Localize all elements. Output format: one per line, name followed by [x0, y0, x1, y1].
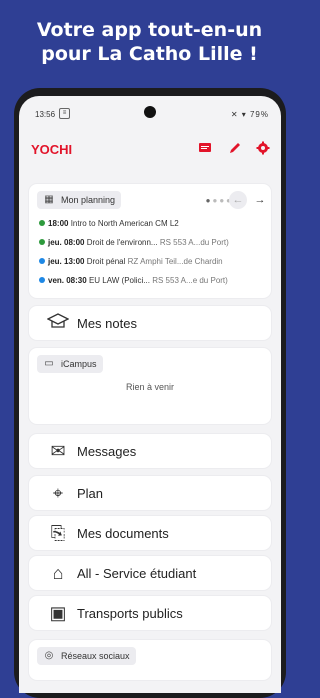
- event-dot: [39, 277, 45, 283]
- previous-arrow-icon[interactable]: ←: [229, 191, 247, 209]
- phone-screen: 13:56 ≡ ✕ ▾ 79% YOCHI ▦ Mon planning ●●●…: [19, 96, 281, 693]
- event-room: RZ Amphi Teil...de Chardin: [127, 257, 223, 266]
- social-network-icon: ◎: [44, 650, 54, 661]
- notification-icon: ≡: [59, 108, 70, 119]
- map-label: Plan: [77, 486, 104, 501]
- settings-gear-icon[interactable]: [255, 141, 271, 157]
- status-bar: 13:56 ≡ ✕ ▾ 79%: [19, 96, 281, 130]
- event-room: RS 553 A...e du Port): [152, 276, 228, 285]
- promo-line-1: Votre app tout-en-un: [36, 19, 263, 41]
- grades-row[interactable]: Mes notes: [29, 306, 271, 340]
- camera-cutout: [144, 106, 156, 118]
- event-row[interactable]: 18:00 Intro to North American CM L2: [39, 219, 265, 228]
- icampus-card[interactable]: ▭ iCampus Rien à venir: [29, 348, 271, 424]
- grades-label: Mes notes: [77, 316, 137, 331]
- social-card[interactable]: ◎ Réseaux sociaux: [29, 640, 271, 680]
- icampus-chip[interactable]: ▭ iCampus: [37, 355, 103, 373]
- documents-row[interactable]: ⎘ Mes documents: [29, 516, 271, 550]
- event-time: jeu. 08:00: [48, 238, 85, 247]
- documents-label: Mes documents: [77, 526, 169, 541]
- map-icon: ⌖: [52, 483, 64, 503]
- public-transport-row[interactable]: ▣ Transports publics: [29, 596, 271, 630]
- bus-icon: ▣: [49, 603, 67, 623]
- social-chip[interactable]: ◎ Réseaux sociaux: [37, 647, 136, 665]
- edit-icon[interactable]: [227, 141, 243, 157]
- icampus-title: iCampus: [61, 359, 97, 369]
- student-service-label: All - Service étudiant: [77, 566, 197, 581]
- event-name: EU LAW (Polici...: [88, 276, 150, 285]
- briefcase-icon: ▭: [44, 358, 54, 369]
- map-row[interactable]: ⌖ Plan: [29, 476, 271, 510]
- status-time: 13:56: [35, 110, 56, 119]
- planning-card[interactable]: ▦ Mon planning ●●●● ← → 18:00 Intro to N…: [29, 184, 271, 298]
- student-service-icon: ⌂: [52, 563, 64, 583]
- student-service-row[interactable]: ⌂ All - Service étudiant: [29, 556, 271, 590]
- event-time: ven. 08:30: [48, 276, 87, 285]
- icampus-empty-text: Rien à venir: [125, 382, 175, 392]
- planning-chip[interactable]: ▦ Mon planning: [37, 191, 122, 209]
- event-dot: [39, 239, 45, 245]
- event-dot: [39, 258, 45, 264]
- event-row[interactable]: jeu. 13:00 Droit pénal RZ Amphi Teil...d…: [39, 257, 265, 266]
- event-name: Droit de l'environn...: [86, 238, 158, 247]
- promo-line-2: pour La Catho Lille !: [41, 43, 258, 65]
- event-room: RS 553 A...du Port): [159, 238, 229, 247]
- event-row[interactable]: ven. 08:30 EU LAW (Polici... RS 553 A...…: [39, 276, 265, 285]
- document-icon: ⎘: [50, 523, 66, 543]
- event-time: jeu. 13:00: [48, 257, 85, 266]
- messages-icon: ✉: [50, 441, 66, 461]
- event-name: Intro to North American CM L2: [70, 219, 179, 228]
- app-title: YOCHI: [31, 142, 73, 157]
- public-transport-label: Transports publics: [77, 606, 183, 621]
- event-name: Droit pénal: [86, 257, 126, 266]
- social-label: Réseaux sociaux: [61, 651, 130, 661]
- messages-row[interactable]: ✉ Messages: [29, 434, 271, 468]
- event-row[interactable]: jeu. 08:00 Droit de l'environn... RS 553…: [39, 238, 265, 247]
- event-dot: [39, 220, 45, 226]
- event-time: 18:00: [48, 219, 69, 228]
- calendar-icon: ▦: [44, 194, 54, 205]
- status-indicators: ✕ ▾ 79%: [230, 110, 269, 119]
- messages-label: Messages: [77, 444, 137, 459]
- chat-icon[interactable]: [197, 141, 213, 157]
- app-bar: YOCHI: [19, 134, 281, 164]
- graduation-cap-icon: [46, 312, 70, 334]
- next-arrow-icon[interactable]: →: [251, 191, 269, 209]
- planning-title: Mon planning: [61, 195, 116, 205]
- promo-headline: Votre app tout-en-un pour La Catho Lille…: [0, 18, 299, 66]
